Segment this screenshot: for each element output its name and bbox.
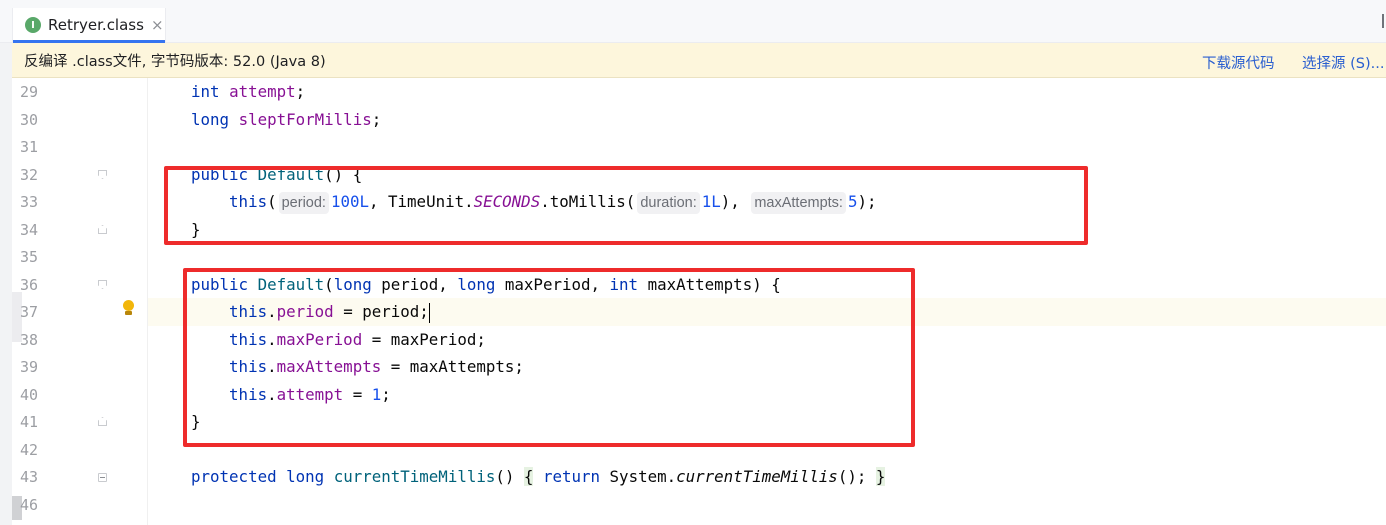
close-icon[interactable]: ×: [151, 16, 164, 34]
editor-tab-bar: I Retryer.class ×: [0, 0, 1386, 43]
lightbulb-icon[interactable]: [121, 298, 135, 318]
tab-label: Retryer.class: [48, 16, 144, 34]
line-number: 29: [20, 83, 39, 101]
line-number: 34: [20, 221, 39, 239]
download-sources-link[interactable]: 下载源代码: [1202, 52, 1275, 73]
line-number: 36: [20, 276, 39, 294]
decompiled-notice-banner: 反编译 .class文件, 字节码版本: 52.0 (Java 8) 下载源代码…: [12, 43, 1386, 78]
code-line-29: int attempt;: [191, 82, 306, 101]
code-line-30: long sleptForMillis;: [191, 110, 382, 129]
tab-menu-icon[interactable]: [1382, 14, 1384, 28]
line-number: 41: [20, 413, 39, 431]
line-number: 31: [20, 138, 39, 156]
line-number: 33: [20, 193, 39, 211]
line-number: 43: [20, 468, 39, 486]
line-number: 37: [20, 303, 39, 321]
fold-expand-icon[interactable]: [98, 473, 107, 482]
line-number: 38: [20, 331, 39, 349]
code-line-43: protected long currentTimeMillis() { ret…: [191, 467, 886, 486]
line-number: 30: [20, 111, 39, 129]
line-number: 40: [20, 386, 39, 404]
line-number: 46: [20, 496, 39, 514]
tab-actions[interactable]: [1378, 0, 1386, 42]
line-number: 42: [20, 441, 39, 459]
tab-retryer-class[interactable]: I Retryer.class ×: [12, 8, 166, 43]
line-number: 32: [20, 166, 39, 184]
line-number: 35: [20, 248, 39, 266]
highlight-box-default-constructor: [164, 166, 1088, 245]
line-number: 39: [20, 358, 39, 376]
choose-sources-link[interactable]: 选择源 (S)...: [1302, 52, 1384, 73]
interface-class-icon: I: [25, 17, 41, 33]
banner-text: 反编译 .class文件, 字节码版本: 52.0 (Java 8): [24, 53, 326, 70]
highlight-box-param-constructor: [183, 268, 915, 447]
